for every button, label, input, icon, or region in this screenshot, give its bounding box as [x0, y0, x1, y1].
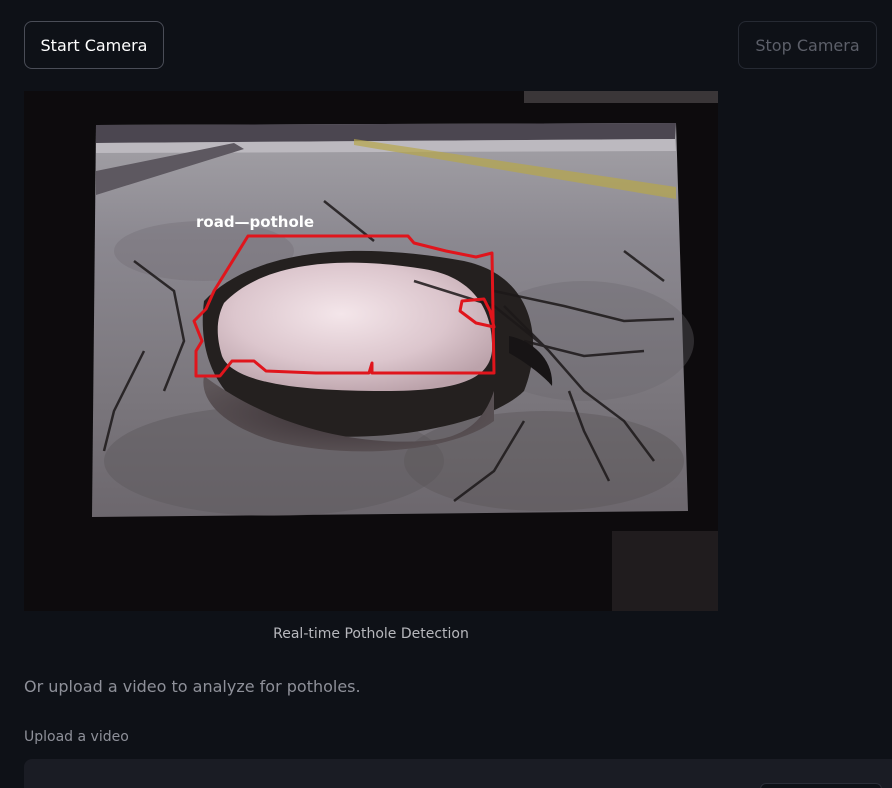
upload-label: Upload a video	[24, 729, 129, 745]
stop-camera-button[interactable]: Stop Camera	[738, 21, 877, 69]
upload-hint: Or upload a video to analyze for pothole…	[24, 677, 361, 696]
camera-feed: road—pothole	[24, 91, 718, 611]
detection-label: road—pothole	[196, 213, 314, 231]
browse-files-button[interactable]	[760, 783, 882, 788]
road-photo	[92, 123, 694, 517]
streamlit-app: Start Camera Stop Camera road—pothole Re…	[0, 0, 892, 788]
start-camera-button[interactable]: Start Camera	[24, 21, 164, 69]
feed-caption: Real-time Pothole Detection	[273, 626, 469, 642]
